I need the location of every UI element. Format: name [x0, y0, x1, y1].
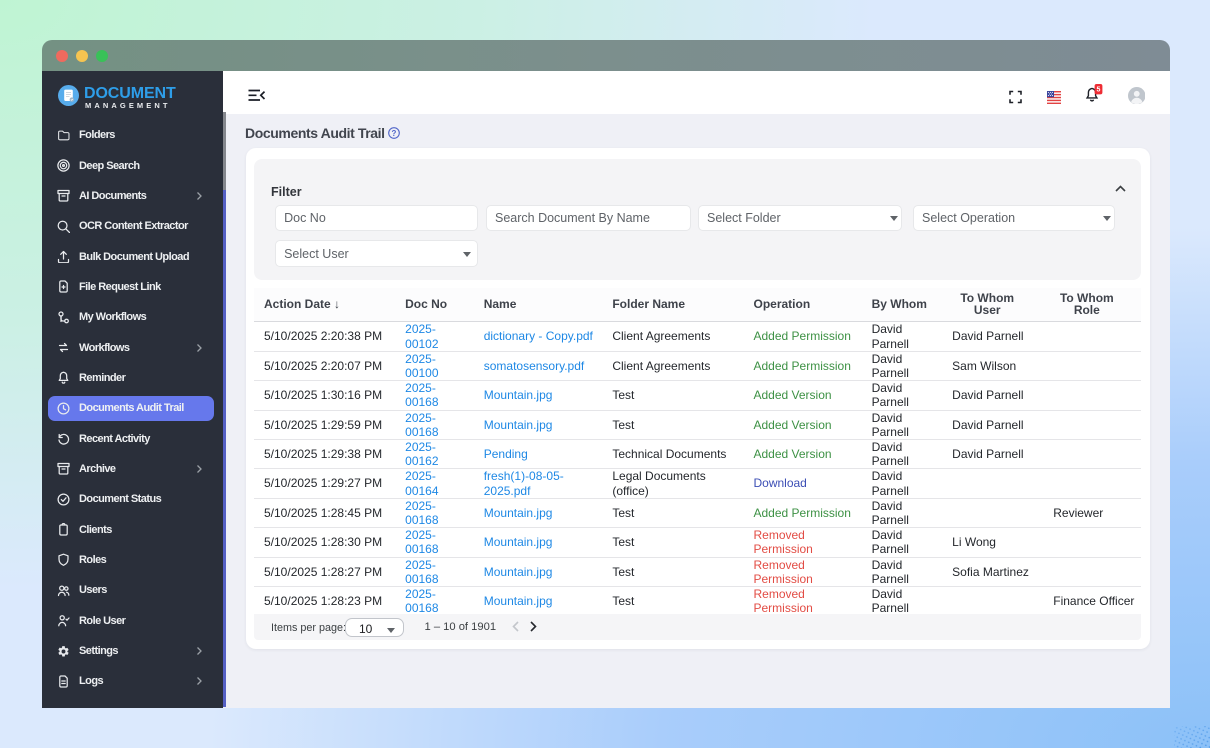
svg-text:5: 5: [1096, 87, 1100, 94]
svg-text:?: ?: [391, 128, 396, 137]
